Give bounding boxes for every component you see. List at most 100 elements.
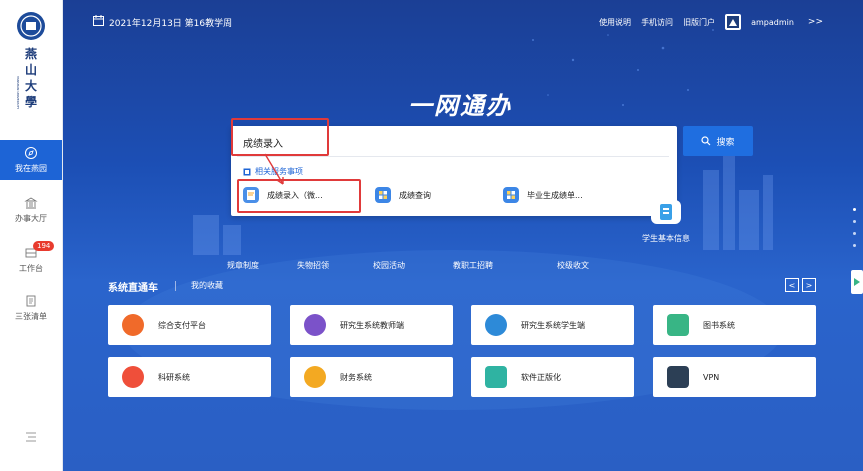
system-card-vpn[interactable]: VPN: [653, 357, 816, 397]
svg-text:山: 山: [25, 62, 37, 77]
quick-link-campus-activities[interactable]: 校园活动: [354, 230, 424, 271]
system-card-grad-teacher[interactable]: 研究生系统教师端: [290, 305, 453, 345]
teacher-icon: [304, 314, 326, 336]
help-link[interactable]: 使用说明: [599, 17, 631, 28]
grid-app-icon: [503, 187, 519, 203]
quick-link-regulations[interactable]: 规章制度: [208, 230, 278, 271]
system-card-grad-student[interactable]: 研究生系统学生端: [471, 305, 634, 345]
quick-link-label: 校园活动: [373, 261, 405, 270]
top-bar: 2021年12月13日 第16教学周 使用说明 手机访问 旧版门户 ampadm…: [63, 0, 863, 40]
page-dot[interactable]: [852, 208, 856, 211]
system-card-label: 科研系统: [158, 372, 190, 382]
calendar-icon: [93, 15, 104, 26]
system-card-label: 研究生系统教师端: [340, 320, 404, 330]
highlight-box-input: [231, 118, 329, 156]
system-card-finance[interactable]: 财务系统: [290, 357, 453, 397]
menu-icon[interactable]: [24, 430, 38, 444]
page-indicator: [851, 208, 857, 256]
sidebar-item-checklist[interactable]: 三张清单: [0, 294, 62, 322]
quick-link-label: 校级收文: [557, 261, 589, 270]
payment-icon: [122, 314, 144, 336]
system-card-research[interactable]: 科研系统: [108, 357, 271, 397]
date-label: 2021年12月13日 第16教学周: [109, 19, 233, 29]
university-logo[interactable]: 燕 山 大 學 YANSHAN UNIVERSITY: [9, 8, 53, 120]
lost-found-icon: [296, 230, 330, 256]
svg-text:學: 學: [25, 94, 37, 109]
side-widget-icon[interactable]: [851, 270, 863, 294]
svg-text:燕: 燕: [25, 46, 37, 61]
system-card-library[interactable]: 图书系统: [653, 305, 816, 345]
sidebar-item-label: 工作台: [19, 264, 43, 273]
section-divider: [175, 281, 176, 291]
library-icon: [667, 314, 689, 336]
page-dot[interactable]: [852, 232, 856, 235]
quick-link-label: 失物招领: [297, 261, 329, 270]
avatar[interactable]: [725, 14, 742, 30]
research-icon: [122, 366, 144, 388]
quick-link-label: 学生基本信息: [642, 234, 690, 243]
old-portal-link[interactable]: 旧版门户: [683, 17, 715, 28]
search-icon: [701, 136, 711, 146]
user-avatar-icon: [727, 16, 740, 28]
student-info-icon: [651, 200, 681, 224]
system-card-label: 软件正版化: [521, 372, 561, 382]
related-item-label: 毕业生成绩单...: [527, 190, 583, 200]
system-card-label: 综合支付平台: [158, 320, 206, 330]
finance-icon: [304, 366, 326, 388]
divider: [237, 156, 669, 157]
vpn-icon: [667, 366, 689, 388]
svg-text:大: 大: [25, 78, 37, 93]
system-card-label: 图书系统: [703, 320, 735, 330]
recruitment-icon: [456, 230, 490, 256]
software-icon: [485, 366, 507, 388]
system-card-licensed-software[interactable]: 软件正版化: [471, 357, 634, 397]
list-doc-icon: [26, 295, 36, 307]
svg-text:YANSHAN UNIVERSITY: YANSHAN UNIVERSITY: [16, 76, 20, 109]
tab-favorites[interactable]: 我的收藏: [191, 280, 223, 291]
more-button[interactable]: >>: [808, 17, 823, 27]
quick-link-student-info[interactable]: 学生基本信息: [631, 200, 701, 244]
badge-count: 194: [33, 241, 55, 251]
related-item-label: 成绩查询: [399, 190, 431, 200]
mobile-access-link[interactable]: 手机访问: [641, 17, 673, 28]
compass-icon: [25, 147, 37, 159]
bank-icon: [24, 197, 38, 209]
sidebar-item-workbench[interactable]: 194 工作台: [0, 241, 62, 274]
related-item-grade-query[interactable]: 成绩查询: [375, 184, 431, 206]
top-links: 使用说明 手机访问 旧版门户 ampadmin >>: [599, 14, 823, 30]
arrow-annotation-icon: [264, 153, 284, 185]
search-button[interactable]: 搜索: [683, 126, 753, 156]
sidebar: 燕 山 大 學 YANSHAN UNIVERSITY 我在燕园 办事大厅 194…: [0, 0, 63, 471]
search-dropdown: 相关服务事项 成绩录入（微... 成绩查询 毕业生成绩单...: [231, 118, 685, 216]
main-content: 2021年12月13日 第16教学周 使用说明 手机访问 旧版门户 ampadm…: [63, 0, 863, 471]
sidebar-item-home[interactable]: 我在燕园: [0, 140, 62, 180]
related-item-graduate-transcript[interactable]: 毕业生成绩单...: [503, 184, 583, 206]
activities-icon: [372, 230, 406, 256]
page-dot[interactable]: [852, 244, 856, 247]
system-card-label: VPN: [703, 372, 720, 382]
page-dot[interactable]: [852, 220, 856, 223]
documents-icon: [556, 230, 590, 256]
quick-link-label: 教职工招聘: [453, 261, 493, 270]
sidebar-item-label: 三张清单: [15, 312, 47, 321]
quick-link-label: 规章制度: [227, 261, 259, 270]
brand-title: 一网通办: [408, 92, 512, 120]
copy-icon: [243, 168, 251, 175]
sidebar-item-label: 我在燕园: [15, 164, 47, 173]
system-card-payment[interactable]: 综合支付平台: [108, 305, 271, 345]
username[interactable]: ampadmin: [751, 18, 794, 27]
grid-app-icon: [375, 187, 391, 203]
prev-page-button[interactable]: <: [785, 278, 799, 292]
search-button-label: 搜索: [716, 137, 735, 148]
next-page-button[interactable]: >: [802, 278, 816, 292]
quick-link-staff-recruitment[interactable]: 教职工招聘: [438, 230, 508, 271]
quick-link-lost-found[interactable]: 失物招领: [278, 230, 348, 271]
quick-link-school-documents[interactable]: 校级收文: [538, 230, 608, 271]
student-icon: [485, 314, 507, 336]
section-title: 系统直通车: [108, 283, 158, 294]
sidebar-item-hall[interactable]: 办事大厅: [0, 196, 62, 224]
system-card-label: 研究生系统学生端: [521, 320, 585, 330]
regulations-icon: [226, 230, 260, 256]
sidebar-item-label: 办事大厅: [15, 214, 47, 223]
system-card-label: 财务系统: [340, 372, 372, 382]
